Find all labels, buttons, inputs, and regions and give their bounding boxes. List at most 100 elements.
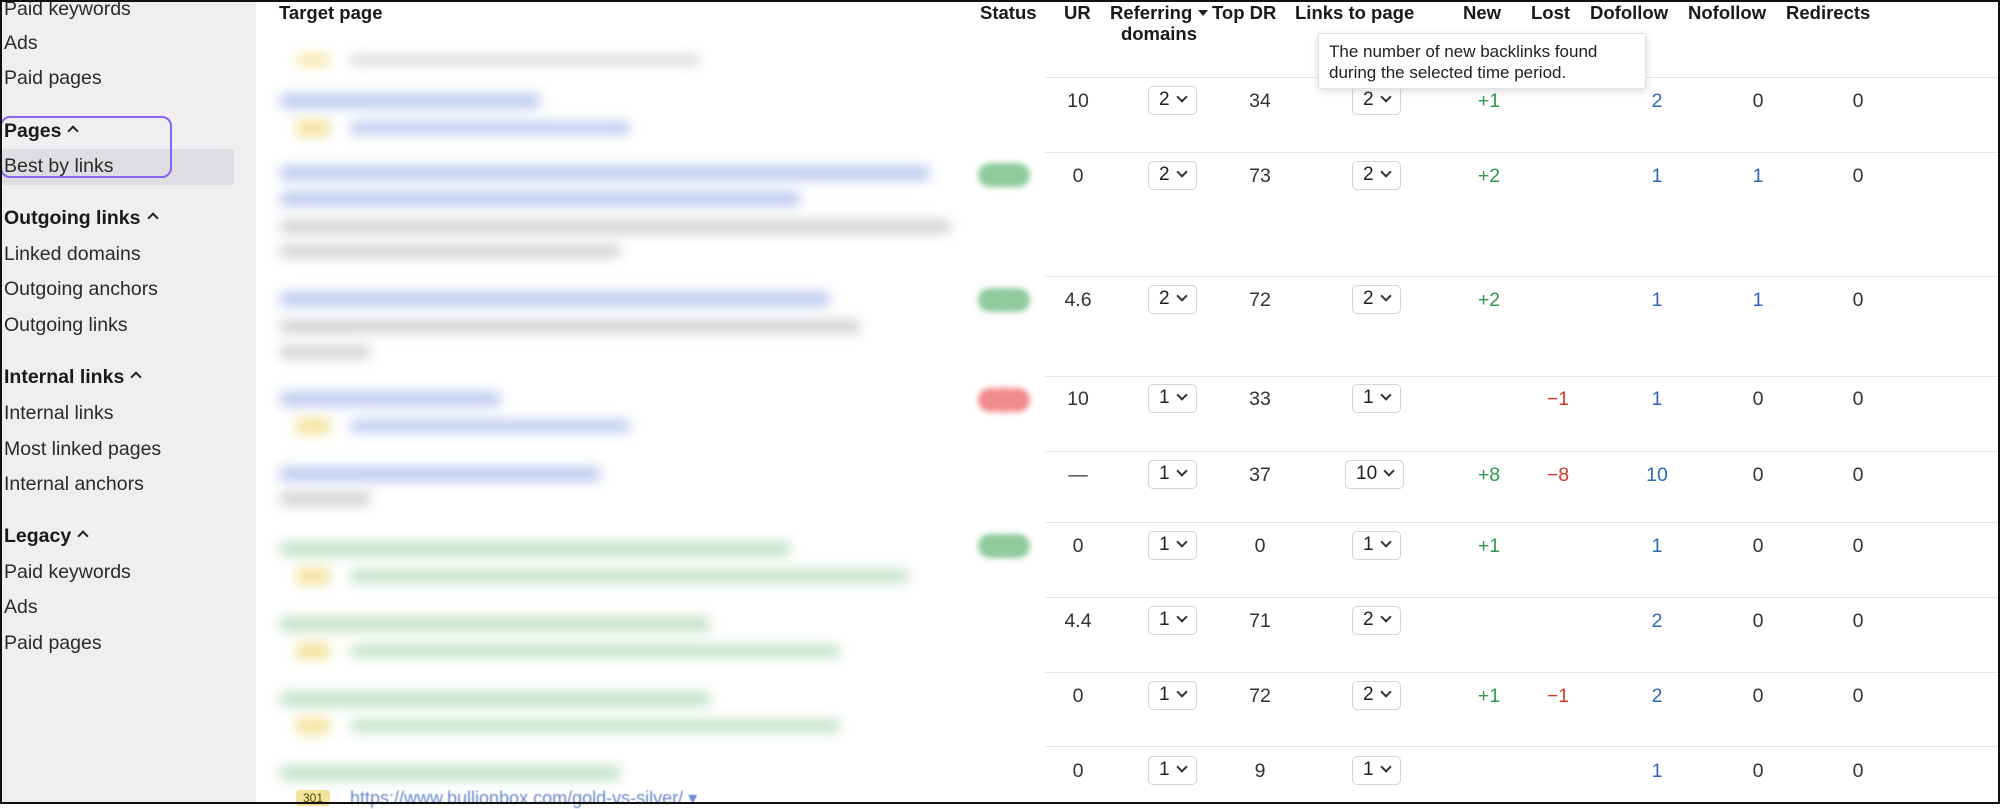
referring-domains-dropdown[interactable]: 2 xyxy=(1148,285,1197,314)
cell-lost: −1 xyxy=(1546,685,1570,707)
blurred-url[interactable] xyxy=(350,720,840,732)
cell-nofollow[interactable]: 1 xyxy=(1753,164,1764,188)
sidebar-item-paid-pages[interactable]: Paid pages xyxy=(4,63,102,93)
cell-dofollow[interactable]: 2 xyxy=(1652,609,1663,633)
cell-nofollow[interactable]: 1 xyxy=(1753,288,1764,312)
sidebar-item-internal-anchors[interactable]: Internal anchors xyxy=(4,469,144,499)
links-to-page-dropdown[interactable]: 2 xyxy=(1352,606,1401,635)
blurred-link[interactable] xyxy=(280,692,710,706)
sidebar-group-internal-links[interactable]: Internal links xyxy=(4,362,142,392)
sidebar-group-label: Outgoing links xyxy=(4,207,141,229)
referring-domains-dropdown[interactable]: 1 xyxy=(1148,384,1197,413)
sidebar-item-internal-links[interactable]: Internal links xyxy=(4,398,113,428)
column-header-ur[interactable]: UR xyxy=(1064,2,1091,23)
cell-ur: 0 xyxy=(1072,535,1084,557)
sidebar-item-linked-domains[interactable]: Linked domains xyxy=(4,239,141,269)
column-header-referring-domains[interactable]: Referring domains xyxy=(1110,2,1209,44)
cell-dofollow[interactable]: 1 xyxy=(1652,387,1663,411)
chevron-down-icon xyxy=(1379,536,1392,548)
sidebar-item-most-linked-pages[interactable]: Most linked pages xyxy=(4,434,161,464)
column-header-dofollow[interactable]: Dofollow xyxy=(1590,2,1668,23)
sidebar-item-paid-pages[interactable]: Paid pages xyxy=(4,628,102,658)
column-header-top-dr[interactable]: Top DR xyxy=(1212,2,1276,23)
referring-domains-dropdown[interactable]: 2 xyxy=(1148,86,1197,115)
blurred-link[interactable] xyxy=(280,392,500,406)
sidebar-item-paid-keywords[interactable]: Paid keywords xyxy=(4,557,131,587)
column-header-lost[interactable]: Lost xyxy=(1531,2,1570,23)
cell-lost: −8 xyxy=(1546,464,1570,486)
blurred-url[interactable] xyxy=(350,122,630,134)
cell-nofollow: 0 xyxy=(1752,760,1764,782)
referring-domains-dropdown[interactable]: 1 xyxy=(1148,531,1197,560)
cell-redirects: 0 xyxy=(1852,90,1864,112)
referring-domains-dropdown[interactable]: 1 xyxy=(1148,756,1197,785)
sidebar-group-outgoing-links[interactable]: Outgoing links xyxy=(4,203,159,233)
sidebar-item-ads[interactable]: Ads xyxy=(4,592,38,622)
sidebar-group-label: Legacy xyxy=(4,525,72,547)
blurred-url[interactable] xyxy=(350,420,630,432)
sidebar-item-ads[interactable]: Ads xyxy=(4,28,38,58)
links-to-page-dropdown[interactable]: 1 xyxy=(1352,384,1401,413)
cell-dofollow[interactable]: 10 xyxy=(1646,463,1668,487)
cell-new: +2 xyxy=(1477,165,1501,187)
row-separator xyxy=(1045,376,2000,377)
blurred-link[interactable] xyxy=(280,467,600,481)
cell-dofollow[interactable]: 2 xyxy=(1652,684,1663,708)
chevron-down-icon xyxy=(1379,761,1392,773)
cell-dofollow[interactable]: 1 xyxy=(1652,164,1663,188)
column-header-nofollow[interactable]: Nofollow xyxy=(1688,2,1766,23)
column-header-links-to-page[interactable]: Links to page xyxy=(1295,2,1414,23)
dropdown-value: 1 xyxy=(1159,534,1170,555)
target-page-url[interactable]: https://www.bullionbox.com/gold-vs-silve… xyxy=(350,788,697,809)
links-to-page-dropdown[interactable]: 2 xyxy=(1352,161,1401,190)
blurred-link[interactable] xyxy=(280,766,620,780)
dropdown-value: 2 xyxy=(1363,609,1374,630)
links-to-page-dropdown[interactable]: 10 xyxy=(1345,460,1405,489)
links-to-page-dropdown[interactable]: 2 xyxy=(1352,285,1401,314)
chevron-down-icon xyxy=(1175,91,1188,103)
cell-dofollow[interactable]: 1 xyxy=(1652,759,1663,783)
column-header-redirects[interactable]: Redirects xyxy=(1786,2,1870,23)
links-to-page-dropdown[interactable]: 2 xyxy=(1352,681,1401,710)
sidebar-item-paid-keywords[interactable]: Paid keywords xyxy=(4,0,131,24)
cell-redirects: 0 xyxy=(1852,610,1864,632)
sidebar-item-outgoing-links[interactable]: Outgoing links xyxy=(4,310,128,340)
sidebar-group-legacy[interactable]: Legacy xyxy=(4,521,89,551)
sidebar-item-outgoing-anchors[interactable]: Outgoing anchors xyxy=(4,274,158,304)
cell-dofollow[interactable]: 1 xyxy=(1652,534,1663,558)
tooltip-line: during the selected time period. xyxy=(1329,63,1567,82)
dropdown-value: 2 xyxy=(1363,288,1374,309)
blurred-link[interactable] xyxy=(280,292,830,306)
links-to-page-dropdown[interactable]: 1 xyxy=(1352,756,1401,785)
blurred-link[interactable] xyxy=(280,192,800,206)
cell-nofollow: 0 xyxy=(1752,610,1764,632)
sort-desc-icon xyxy=(1198,10,1209,16)
blurred-badge xyxy=(296,643,330,659)
referring-domains-dropdown[interactable]: 1 xyxy=(1148,460,1197,489)
cell-nofollow: 0 xyxy=(1752,90,1764,112)
referring-domains-dropdown[interactable]: 2 xyxy=(1148,161,1197,190)
referring-domains-dropdown[interactable]: 1 xyxy=(1148,606,1197,635)
blurred-link[interactable] xyxy=(280,542,790,556)
column-header-target-page[interactable]: Target page xyxy=(279,2,382,23)
dropdown-value: 1 xyxy=(1159,463,1170,484)
chevron-down-icon xyxy=(1175,536,1188,548)
links-to-page-dropdown[interactable]: 1 xyxy=(1352,531,1401,560)
blurred-url[interactable] xyxy=(350,645,840,657)
blurred-badge xyxy=(296,568,330,584)
chevron-down-icon xyxy=(1379,389,1392,401)
blurred-link[interactable] xyxy=(280,617,710,631)
cell-dofollow[interactable]: 2 xyxy=(1652,89,1663,113)
referring-domains-dropdown[interactable]: 1 xyxy=(1148,681,1197,710)
column-header-new[interactable]: New xyxy=(1463,2,1501,23)
tooltip-line: The number of new backlinks found xyxy=(1329,42,1598,61)
blurred-link[interactable] xyxy=(280,94,540,108)
cell-top-dr: 71 xyxy=(1249,610,1271,632)
links-to-page-dropdown[interactable]: 2 xyxy=(1352,86,1401,115)
column-header-status[interactable]: Status xyxy=(980,2,1037,23)
blurred-url[interactable] xyxy=(350,570,910,582)
cell-dofollow[interactable]: 1 xyxy=(1652,288,1663,312)
cell-top-dr: 72 xyxy=(1249,685,1271,707)
chevron-down-icon xyxy=(1379,91,1392,103)
blurred-link[interactable] xyxy=(280,166,930,180)
